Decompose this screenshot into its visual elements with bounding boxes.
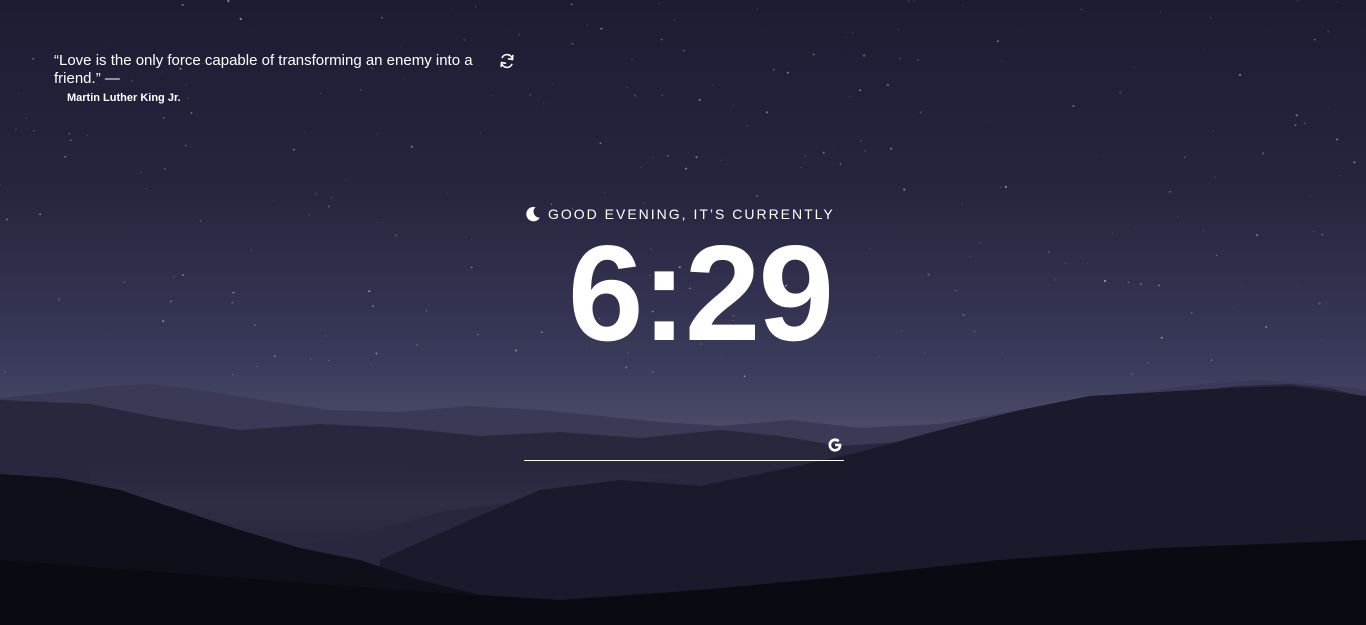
quote-text: “Love is the only force capable of trans… xyxy=(54,52,473,87)
google-icon[interactable] xyxy=(827,437,843,453)
clock-time: 6:29 xyxy=(567,217,834,369)
quote-block: “Love is the only force capable of trans… xyxy=(54,52,494,104)
refresh-quote-button[interactable] xyxy=(497,51,517,71)
background-scene: “Love is the only force capable of trans… xyxy=(0,0,1366,625)
search-bar[interactable] xyxy=(524,434,844,461)
refresh-icon xyxy=(500,53,514,69)
quote-author: Martin Luther King Jr. xyxy=(67,92,181,104)
search-input[interactable] xyxy=(524,434,814,458)
